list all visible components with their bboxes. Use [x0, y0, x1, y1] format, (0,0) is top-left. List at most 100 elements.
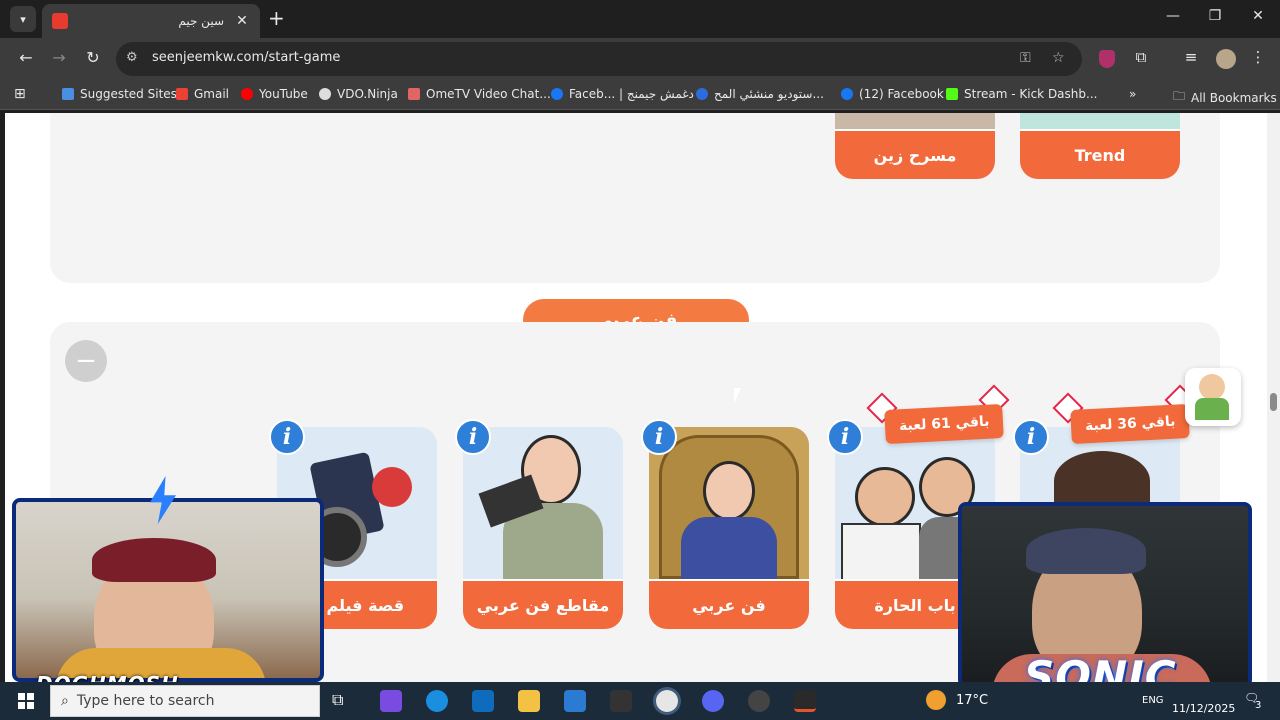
microsoft-store-icon[interactable]: [564, 690, 586, 712]
edge-icon[interactable]: [426, 690, 448, 712]
bookmark-creator-studio[interactable]: ستوديو منشئي المح...: [696, 87, 824, 101]
bookmark-facebook-page[interactable]: Faceb... | دغمش جيمنج: [551, 87, 694, 101]
taskbar-date[interactable]: 11/12/2025: [1172, 702, 1235, 715]
collapse-section-button[interactable]: −: [65, 340, 107, 382]
streamer-cap: [92, 538, 216, 582]
browser-menu-icon[interactable]: ⋮: [1247, 48, 1269, 66]
bookmark-star-icon[interactable]: ☆: [1052, 50, 1065, 66]
chrome-icon[interactable]: [656, 690, 678, 712]
webcam-left: [12, 498, 324, 682]
app-icon[interactable]: [794, 690, 816, 712]
tab-search-button[interactable]: ▾: [10, 6, 36, 32]
bookmark-gmail[interactable]: Gmail: [176, 87, 229, 101]
kick-icon: [946, 88, 958, 100]
discord-icon[interactable]: [702, 690, 724, 712]
maximize-button[interactable]: ❐: [1205, 8, 1225, 24]
windows-taskbar: ⌕ Type here to search ⧉ 17°C ENG 11/12/2…: [0, 682, 1280, 720]
bookmark-label: VDO.Ninja: [337, 87, 398, 101]
back-button[interactable]: ←: [15, 48, 37, 67]
category-card[interactable]: مسرح زين: [835, 113, 995, 179]
card-label: Trend: [1020, 129, 1180, 179]
browser-toolbar: ← → ↻ ⚙ seenjeemkw.com/start-game ⚿ ☆ ⧉ …: [0, 38, 1280, 80]
info-button[interactable]: i: [1013, 419, 1049, 455]
king-throne-illustration: [649, 427, 809, 579]
bookmark-label: ستوديو منشئي المح...: [714, 87, 824, 101]
info-button[interactable]: i: [269, 419, 305, 455]
bookmark-ometv[interactable]: OmeTV Video Chat...: [408, 87, 551, 101]
category-card[interactable]: فن عربي: [649, 427, 809, 629]
info-button[interactable]: i: [641, 419, 677, 455]
browser-titlebar: ▾ سين جيم ✕ + — ❐ ✕: [0, 0, 1280, 38]
task-view-icon[interactable]: ⧉: [332, 690, 354, 712]
apps-grid-icon[interactable]: ⊞: [14, 86, 26, 102]
ublock-extension-icon[interactable]: [1099, 50, 1115, 68]
remaining-games-badge: باقي 61 لعبة: [884, 403, 1005, 445]
category-card[interactable]: مقاطع فن عربي: [463, 427, 623, 629]
bookmarks-bar: ⊞ Suggested Sites Gmail YouTube VDO.Ninj…: [0, 80, 1280, 110]
tab-close-icon[interactable]: ✕: [234, 13, 250, 29]
taskbar-search-placeholder: Type here to search: [76, 693, 215, 709]
address-bar[interactable]: ⚙ seenjeemkw.com/start-game ⚿ ☆: [116, 42, 1082, 76]
windows-start-icon[interactable]: [18, 693, 34, 709]
floating-helper-widget[interactable]: [1185, 368, 1241, 426]
obs-icon[interactable]: [748, 690, 770, 712]
reload-button[interactable]: ↻: [82, 48, 104, 67]
search-icon: ⌕: [61, 693, 69, 709]
file-explorer-icon[interactable]: [518, 690, 540, 712]
page-scrollbar[interactable]: [1267, 113, 1280, 682]
bookmark-facebook[interactable]: (12) Facebook: [841, 87, 944, 101]
all-bookmarks[interactable]: 🗀 All Bookmarks: [1173, 87, 1277, 108]
epic-games-icon[interactable]: [610, 690, 632, 712]
password-key-icon[interactable]: ⚿: [1020, 50, 1031, 66]
weather-icon: [926, 690, 946, 710]
info-button[interactable]: i: [827, 419, 863, 455]
weather-temperature: 17°C: [956, 693, 989, 708]
facebook-icon: [841, 88, 853, 100]
mouse-cursor-icon: [734, 388, 748, 404]
media-controls-icon[interactable]: ≡: [1180, 48, 1202, 66]
site-info-icon[interactable]: ⚙: [126, 50, 138, 65]
tab-title: سين جيم: [178, 14, 224, 28]
new-tab-button[interactable]: +: [268, 8, 285, 28]
minimize-button[interactable]: —: [1163, 8, 1183, 24]
youtube-icon: [241, 88, 253, 100]
bookmark-label: Suggested Sites: [80, 87, 177, 101]
notification-count: 3: [1255, 700, 1262, 711]
forward-button[interactable]: →: [48, 48, 70, 67]
vdo-ninja-icon: [319, 88, 331, 100]
info-button[interactable]: i: [455, 419, 491, 455]
profile-avatar[interactable]: [1216, 49, 1236, 69]
mascot-icon: [1199, 374, 1225, 400]
browser-tab[interactable]: سين جيم ✕: [42, 4, 260, 38]
extensions-puzzle-icon[interactable]: ⧉: [1130, 48, 1152, 66]
bookmark-label: Faceb... | دغمش جيمنج: [569, 87, 694, 101]
ometv-icon: [408, 88, 420, 100]
all-bookmarks-label: All Bookmarks: [1191, 90, 1277, 105]
card-label: فن عربي: [649, 579, 809, 629]
outlook-icon[interactable]: [472, 690, 494, 712]
input-language[interactable]: ENG: [1142, 695, 1164, 706]
more-bookmarks-chevron-icon[interactable]: »: [1129, 87, 1136, 101]
copilot-icon[interactable]: [380, 690, 402, 712]
card-label: مقاطع فن عربي: [463, 579, 623, 629]
bookmark-kick[interactable]: Stream - Kick Dashb...: [946, 87, 1097, 101]
card-label: مسرح زين: [835, 129, 995, 179]
scrollbar-thumb[interactable]: [1270, 393, 1277, 411]
bookmark-youtube[interactable]: YouTube: [241, 87, 308, 101]
bookmark-label: OmeTV Video Chat...: [426, 87, 551, 101]
bookmark-label: Stream - Kick Dashb...: [964, 87, 1098, 101]
bookmark-label: YouTube: [259, 87, 308, 101]
folder-icon: 🗀: [1173, 89, 1186, 103]
facebook-icon: [551, 88, 563, 100]
bookmark-suggested-sites[interactable]: Suggested Sites: [62, 87, 177, 101]
meta-icon: [696, 88, 708, 100]
bookmark-favicon-icon: [62, 88, 74, 100]
bookmark-vdo-ninja[interactable]: VDO.Ninja: [319, 87, 398, 101]
director-illustration: [463, 427, 623, 583]
taskbar-search[interactable]: ⌕ Type here to search: [50, 685, 320, 717]
address-url[interactable]: seenjeemkw.com/start-game: [152, 50, 340, 65]
category-card[interactable]: Trend: [1020, 113, 1180, 179]
site-favicon-icon: [52, 13, 68, 29]
remaining-games-badge: باقي 36 لعبة: [1070, 403, 1191, 445]
close-window-button[interactable]: ✕: [1248, 8, 1268, 24]
